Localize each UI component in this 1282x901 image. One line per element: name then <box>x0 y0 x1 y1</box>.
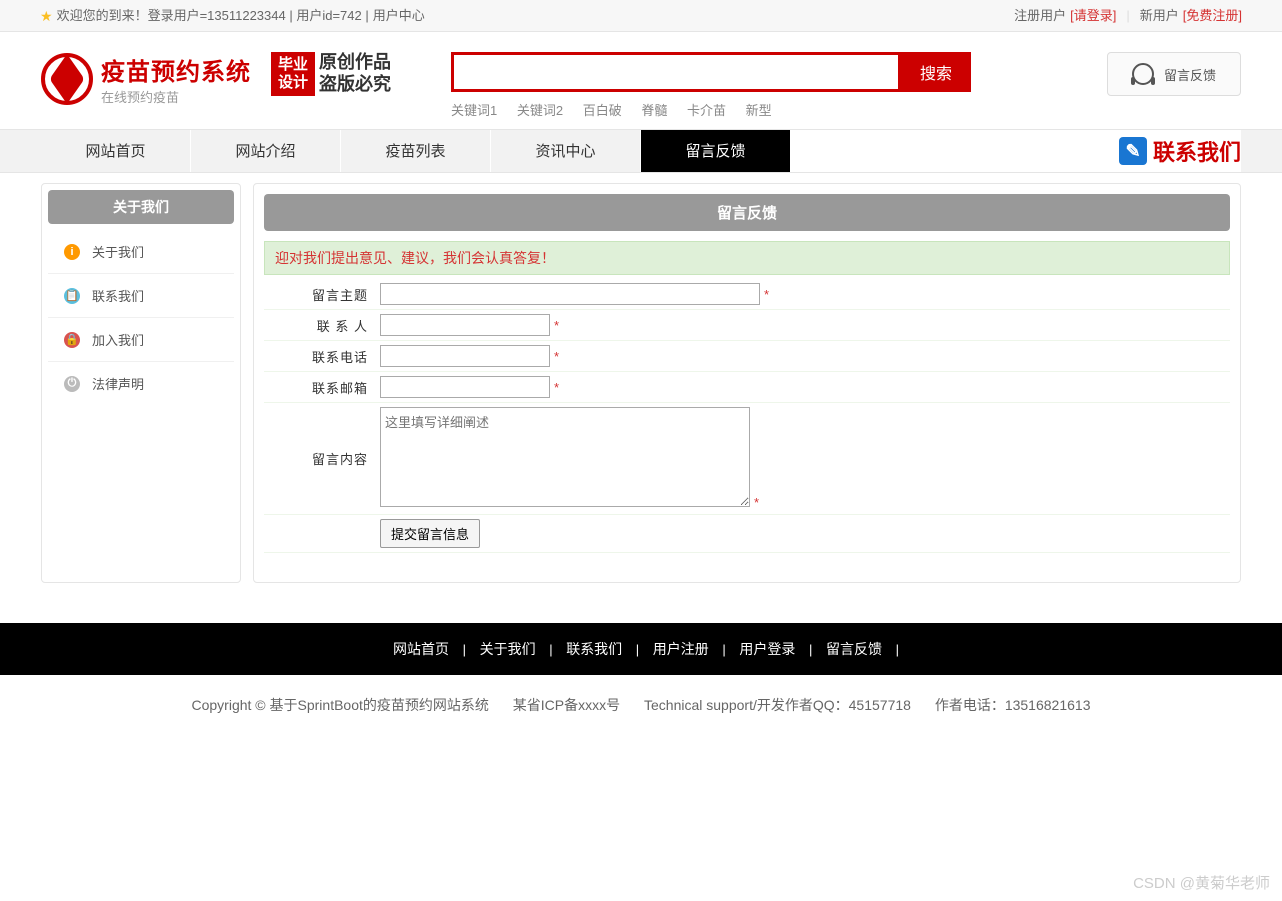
submit-button[interactable]: 提交留言信息 <box>380 519 480 548</box>
input-phone[interactable] <box>380 345 550 367</box>
login-link[interactable]: [请登录] <box>1070 0 1116 32</box>
main: 关于我们 i 关于我们 📋 联系我们 🔒 加入我们 ⏻ 法律声明 留言反馈 迎对… <box>41 183 1241 603</box>
label-content: 留言内容 <box>264 403 374 515</box>
contact-us[interactable]: ✎ 联系我们 <box>1119 130 1241 172</box>
badge-script: 原创作品 盗版必究 <box>319 52 391 95</box>
content-panel: 留言反馈 迎对我们提出意见、建议，我们会认真答复！ 留言主题 * 联 系 人 *… <box>253 183 1241 583</box>
feedback-button-label: 留言反馈 <box>1164 65 1216 84</box>
footer-link-feedback[interactable]: 留言反馈 <box>826 641 882 657</box>
logo-text: 疫苗预约系统 在线预约疫苗 <box>101 52 251 106</box>
feedback-form: 留言主题 * 联 系 人 * 联系电话 * 联系邮箱 * 留言内容 * 提交留言… <box>264 279 1230 553</box>
sidebar-item-contact[interactable]: 📋 联系我们 <box>48 274 234 318</box>
info-icon: i <box>64 244 80 260</box>
keyword-link[interactable]: 关键词1 <box>451 103 497 118</box>
required-mark: * <box>754 495 759 510</box>
logo-block[interactable]: 疫苗预约系统 在线预约疫苗 <box>41 52 251 106</box>
nav-news[interactable]: 资讯中心 <box>491 130 641 172</box>
author-phone: 作者电话：13516821613 <box>935 697 1091 713</box>
icp: 某省ICP备xxxx号 <box>513 697 620 713</box>
search-block: 搜索 关键词1 关键词2 百白破 脊髓 卡介苗 新型 <box>451 52 971 119</box>
star-icon: ★ <box>40 0 53 32</box>
keyword-link[interactable]: 百白破 <box>583 103 622 118</box>
required-mark: * <box>554 380 559 395</box>
nav-vaccine-list[interactable]: 疫苗列表 <box>341 130 491 172</box>
user-center-link[interactable]: 用户中心 <box>373 0 425 32</box>
search-keywords: 关键词1 关键词2 百白破 脊髓 卡介苗 新型 <box>451 100 971 119</box>
topbar-right: 注册用户 [请登录] | 新用户 [免费注册] <box>1014 0 1242 31</box>
new-user-label: 新用户 <box>1140 0 1179 32</box>
divider: | <box>1126 0 1129 32</box>
sidebar-item-about[interactable]: i 关于我们 <box>48 230 234 274</box>
search-button[interactable]: 搜索 <box>901 52 971 92</box>
topbar: ★ 欢迎您的到来！登录用户=13511223344 | 用户id=742 | 用… <box>0 0 1282 32</box>
footer-link-about[interactable]: 关于我们 <box>480 641 536 657</box>
input-subject[interactable] <box>380 283 760 305</box>
keyword-link[interactable]: 新型 <box>746 103 772 118</box>
header: 疫苗预约系统 在线预约疫苗 毕业 设计 原创作品 盗版必究 搜索 关键词1 关键… <box>41 32 1241 129</box>
textarea-content[interactable] <box>380 407 750 507</box>
nav-feedback[interactable]: 留言反馈 <box>641 130 791 172</box>
search-input[interactable] <box>451 52 901 92</box>
sidebar-item-join[interactable]: 🔒 加入我们 <box>48 318 234 362</box>
pencil-icon: ✎ <box>1119 137 1147 165</box>
required-mark: * <box>554 349 559 364</box>
tech-support: Technical support/开发作者QQ：45157718 <box>644 697 911 713</box>
footer-link-contact[interactable]: 联系我们 <box>566 641 622 657</box>
label-email: 联系邮箱 <box>264 372 374 403</box>
welcome-text: 欢迎您的到来！登录用户=13511223344 | 用户id=742 | <box>57 0 369 32</box>
logo-icon <box>41 53 93 105</box>
sidebar-item-label: 法律声明 <box>92 374 144 393</box>
copyright: Copyright © 基于SprintBoot的疫苗预约网站系统 <box>192 697 489 713</box>
notice-banner: 迎对我们提出意见、建议，我们会认真答复！ <box>264 241 1230 275</box>
required-mark: * <box>554 318 559 333</box>
footer-nav: 网站首页 | 关于我们 | 联系我们 | 用户注册 | 用户登录 | 留言反馈 … <box>0 623 1282 675</box>
nav-about[interactable]: 网站介绍 <box>191 130 341 172</box>
badge-block: 毕业 设计 原创作品 盗版必究 <box>271 52 391 96</box>
keyword-link[interactable]: 关键词2 <box>517 103 563 118</box>
contact-us-label: 联系我们 <box>1153 135 1241 167</box>
nav-home[interactable]: 网站首页 <box>41 130 191 172</box>
topbar-left: ★ 欢迎您的到来！登录用户=13511223344 | 用户id=742 | 用… <box>40 0 425 31</box>
sidebar-item-legal[interactable]: ⏻ 法律声明 <box>48 362 234 405</box>
required-mark: * <box>764 287 769 302</box>
input-email[interactable] <box>380 376 550 398</box>
keyword-link[interactable]: 卡介苗 <box>687 103 726 118</box>
feedback-button[interactable]: 留言反馈 <box>1107 52 1241 96</box>
badge-graduation: 毕业 设计 <box>271 52 315 96</box>
panel-title: 留言反馈 <box>264 194 1230 231</box>
free-register-link[interactable]: [免费注册] <box>1183 0 1242 32</box>
sidebar: 关于我们 i 关于我们 📋 联系我们 🔒 加入我们 ⏻ 法律声明 <box>41 183 241 583</box>
sidebar-item-label: 联系我们 <box>92 286 144 305</box>
clipboard-icon: 📋 <box>64 288 80 304</box>
label-subject: 留言主题 <box>264 279 374 310</box>
label-phone: 联系电话 <box>264 341 374 372</box>
footer-info: Copyright © 基于SprintBoot的疫苗预约网站系统 某省ICP备… <box>0 675 1282 735</box>
input-contact-person[interactable] <box>380 314 550 336</box>
sidebar-item-label: 关于我们 <box>92 242 144 261</box>
site-title: 疫苗预约系统 <box>101 52 251 87</box>
label-contact-person: 联 系 人 <box>264 310 374 341</box>
keyword-link[interactable]: 脊髓 <box>641 103 667 118</box>
reg-user-label: 注册用户 <box>1014 0 1066 32</box>
navbar: 网站首页 网站介绍 疫苗列表 资讯中心 留言反馈 ✎ 联系我们 <box>0 129 1282 173</box>
power-icon: ⏻ <box>64 376 80 392</box>
footer-link-login[interactable]: 用户登录 <box>739 641 795 657</box>
footer-link-register[interactable]: 用户注册 <box>653 641 709 657</box>
headset-icon <box>1132 63 1154 85</box>
sidebar-title: 关于我们 <box>48 190 234 224</box>
lock-icon: 🔒 <box>64 332 80 348</box>
site-subtitle: 在线预约疫苗 <box>101 87 251 106</box>
footer-link-home[interactable]: 网站首页 <box>393 641 449 657</box>
sidebar-item-label: 加入我们 <box>92 330 144 349</box>
watermark: CSDN @黄菊华老师 <box>1133 872 1270 893</box>
